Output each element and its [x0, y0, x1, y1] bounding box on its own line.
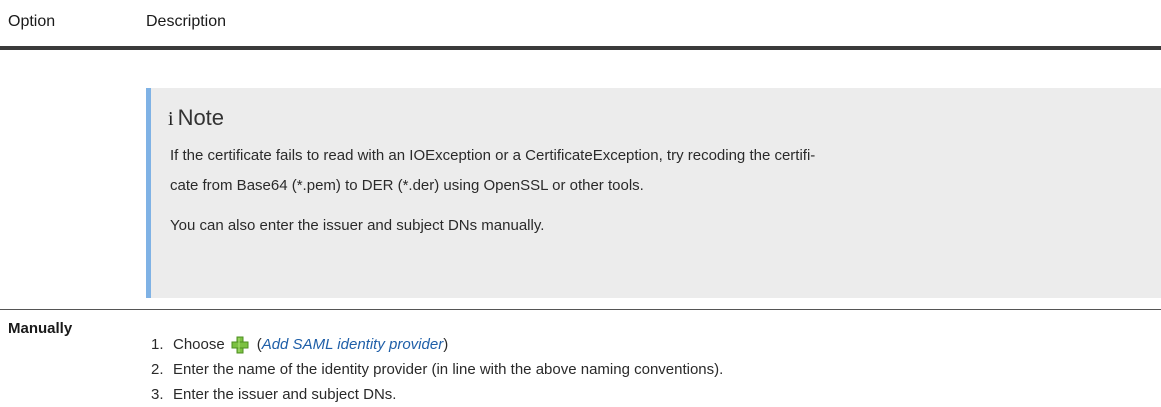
table-header: Option Description — [0, 0, 1161, 50]
row-divider — [0, 309, 1161, 310]
note-paragraph-1-line-1: If the certificate fails to read with an… — [170, 147, 816, 164]
step-text: Choose — [173, 336, 225, 353]
step-number: 2. — [151, 361, 164, 378]
description-column-header: Description — [146, 13, 227, 30]
manually-option-label: Manually — [8, 320, 73, 337]
step-item-2: 2. Enter the name of the identity provid… — [146, 357, 723, 382]
info-icon: i — [168, 108, 174, 130]
add-plus-icon[interactable] — [231, 336, 249, 354]
step-item-3: 3. Enter the issuer and subject DNs. — [146, 382, 723, 407]
step-number: 3. — [151, 386, 164, 403]
link-close-paren: ) — [443, 336, 449, 353]
step-text: Enter the name of the identity provider … — [173, 361, 724, 378]
note-title-text: Note — [177, 105, 225, 130]
note-box: i Note If the certificate fails to read … — [146, 88, 1161, 298]
step-number: 1. — [151, 336, 164, 353]
note-title: i Note — [168, 105, 224, 131]
note-paragraph-1: If the certificate fails to read with an… — [170, 141, 1130, 201]
note-paragraph-2: You can also enter the issuer and subjec… — [170, 217, 545, 234]
steps-list: 1. Choose ( Add SAML identity provider )… — [146, 332, 723, 407]
step-text: Enter the issuer and subject DNs. — [173, 386, 397, 403]
note-paragraph-1-line-2: cate from Base64 (*.pem) to DER (*.der) … — [170, 177, 644, 194]
option-column-header: Option — [8, 13, 56, 30]
step-item-1: 1. Choose ( Add SAML identity provider ) — [146, 332, 723, 357]
add-saml-identity-provider-link[interactable]: Add SAML identity provider — [262, 336, 444, 353]
